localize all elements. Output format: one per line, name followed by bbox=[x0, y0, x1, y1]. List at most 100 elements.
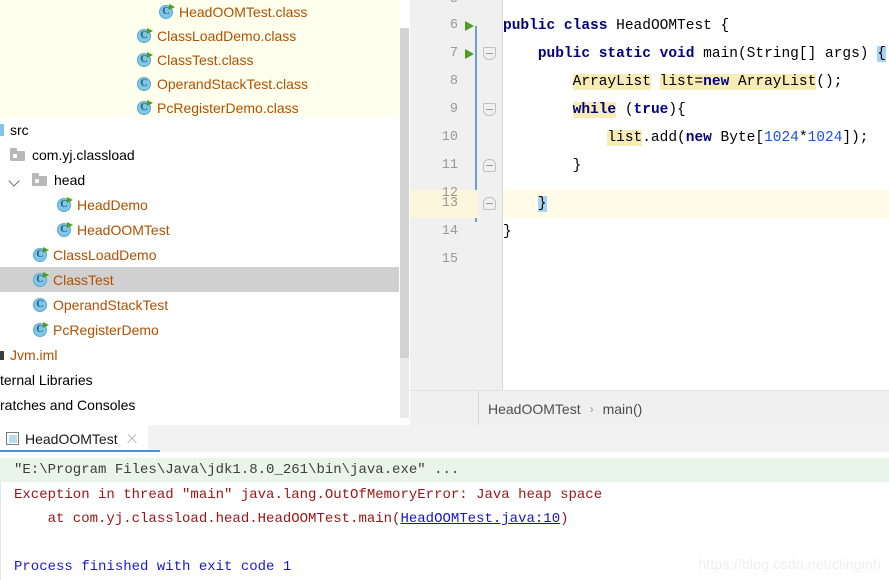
fold-marker-icon[interactable] bbox=[483, 159, 496, 172]
java-class-icon: C bbox=[32, 246, 49, 263]
popup-item[interactable]: C PcRegisterDemo.class bbox=[0, 96, 399, 117]
tree-item-package[interactable]: com.yj.classload bbox=[0, 142, 399, 167]
tree-item-operandstacktest[interactable]: C OperandStackTest bbox=[0, 292, 399, 317]
console-exit-line: Process finished with exit code 1 bbox=[14, 559, 292, 575]
tree-item-head-package[interactable]: head bbox=[0, 167, 399, 192]
fold-marker-icon[interactable] bbox=[483, 103, 496, 116]
folder-icon bbox=[10, 147, 26, 162]
keyword-new: new bbox=[685, 130, 712, 146]
code-line-15[interactable]: 15 bbox=[410, 246, 889, 274]
fold-marker-icon[interactable] bbox=[483, 197, 496, 210]
popup-item-label: OperandStackTest.class bbox=[157, 76, 308, 92]
run-tab-label: HeadOOMTest bbox=[25, 430, 118, 447]
tree-item-label: ClassLoadDemo bbox=[53, 246, 157, 263]
tree-item-label: HeadDemo bbox=[77, 196, 148, 213]
method-signature: main(String[] args) bbox=[694, 46, 878, 62]
code-text: public static void main(String[] args) { bbox=[503, 40, 889, 68]
run-gutter-icon[interactable] bbox=[465, 21, 474, 31]
keyword-public: public bbox=[537, 46, 591, 62]
tree-item-jvm-iml[interactable]: Jvm.iml bbox=[0, 342, 399, 367]
run-tab-bar: HeadOOMTest bbox=[0, 425, 889, 452]
line-number: 9 bbox=[449, 102, 458, 117]
tree-item-src[interactable]: src bbox=[0, 117, 399, 142]
line-number: 6 bbox=[449, 18, 458, 33]
popup-item-label: PcRegisterDemo.class bbox=[157, 100, 299, 116]
closing-brace: } bbox=[503, 224, 512, 240]
code-line-6[interactable]: 6 public class HeadOOMTest { bbox=[410, 12, 889, 40]
closing-brace: } bbox=[572, 158, 582, 174]
code-text: } bbox=[503, 190, 889, 218]
tree-item-pcregisterdemo[interactable]: C PcRegisterDemo bbox=[0, 317, 399, 342]
breadcrumb: HeadOOMTest › main() bbox=[488, 391, 642, 426]
tree-item-classloaddemo[interactable]: C ClassLoadDemo bbox=[0, 242, 399, 267]
console-exception-line: Exception in thread "main" java.lang.Out… bbox=[14, 487, 603, 503]
statement-tail: ]); bbox=[842, 130, 869, 146]
tree-item-label: head bbox=[54, 171, 86, 188]
popup-item[interactable]: C OperandStackTest.class bbox=[0, 72, 399, 96]
code-text: public class HeadOOMTest { bbox=[503, 12, 889, 40]
java-class-icon: C bbox=[136, 76, 152, 92]
breadcrumb-class[interactable]: HeadOOMTest bbox=[488, 401, 581, 417]
java-class-icon: C bbox=[136, 28, 153, 44]
method-call-add: .add( bbox=[642, 130, 686, 146]
popup-item[interactable]: C ClassLoadDemo.class bbox=[0, 24, 399, 48]
number-literal: 1024 bbox=[764, 130, 799, 146]
code-line-13[interactable]: 13 } bbox=[410, 190, 889, 218]
java-class-icon: C bbox=[136, 100, 153, 116]
console-command-line: "E:\Program Files\Java\jdk1.8.0_261\bin\… bbox=[0, 458, 889, 482]
keyword-class: class bbox=[563, 18, 608, 34]
java-class-icon: C bbox=[56, 221, 73, 238]
line-number: 10 bbox=[441, 130, 458, 145]
run-configuration-icon bbox=[6, 432, 19, 445]
stacktrace-link[interactable]: HeadOOMTest.java:10 bbox=[400, 511, 560, 527]
type-byte-array: Byte[ bbox=[711, 130, 765, 146]
tree-item-scratches-and-consoles[interactable]: ratches and Consoles bbox=[0, 392, 399, 417]
project-tree-scrollbar[interactable] bbox=[399, 0, 410, 425]
tree-item-label: com.yj.classload bbox=[32, 146, 135, 163]
code-text: ArrayList list=new ArrayList(); bbox=[503, 68, 889, 96]
folder-icon bbox=[32, 172, 48, 187]
class-files-popup: C HeadOOMTest.class C ClassLoadDemo.clas… bbox=[0, 0, 399, 117]
code-line-8[interactable]: 8 ArrayList list=new ArrayList(); bbox=[410, 68, 889, 96]
tree-item-label: PcRegisterDemo bbox=[53, 321, 159, 338]
code-text: } bbox=[503, 218, 889, 246]
breadcrumb-method[interactable]: main() bbox=[603, 401, 643, 417]
tree-item-label: ratches and Consoles bbox=[0, 396, 136, 413]
stacktrace-prefix: at com.yj.classload.head.HeadOOMTest.mai… bbox=[14, 511, 401, 527]
tree-item-headoomtest[interactable]: C HeadOOMTest bbox=[0, 217, 399, 242]
code-line-14[interactable]: 14 } bbox=[410, 218, 889, 246]
code-line-7[interactable]: 7 public static void main(String[] args)… bbox=[410, 40, 889, 68]
popup-item[interactable]: C HeadOOMTest.class bbox=[0, 0, 399, 24]
fold-marker-icon[interactable] bbox=[483, 47, 496, 60]
keyword-true: true bbox=[633, 102, 669, 118]
code-line-10[interactable]: 10 list.add(new Byte[1024*1024]); bbox=[410, 124, 889, 152]
code-line-9[interactable]: 9 while (true){ bbox=[410, 96, 889, 124]
line-number: 8 bbox=[449, 74, 458, 89]
code-line-11[interactable]: 11 } bbox=[410, 152, 889, 180]
chevron-down-icon[interactable] bbox=[8, 173, 22, 187]
popup-item[interactable]: C ClassTest.class bbox=[0, 48, 399, 72]
close-icon[interactable] bbox=[126, 433, 138, 445]
keyword-void: void bbox=[659, 46, 695, 62]
scrollbar-thumb[interactable] bbox=[400, 28, 409, 358]
popup-item-label: ClassLoadDemo.class bbox=[157, 28, 297, 44]
tree-item-label: HeadOOMTest bbox=[77, 221, 170, 238]
tree-item-classtest[interactable]: C ClassTest bbox=[0, 267, 399, 292]
java-class-icon: C bbox=[32, 297, 48, 313]
tree-item-headdemo[interactable]: C HeadDemo bbox=[0, 192, 399, 217]
run-tab-headoomtest[interactable]: HeadOOMTest bbox=[0, 425, 148, 452]
line-number: 14 bbox=[441, 224, 458, 239]
tree-item-label: src bbox=[10, 121, 29, 138]
java-class-icon: C bbox=[158, 4, 175, 20]
stacktrace-suffix: ) bbox=[560, 511, 569, 527]
tree-item-label: ClassTest bbox=[53, 271, 114, 288]
java-class-icon: C bbox=[32, 271, 49, 288]
watermark: https://blog.csdn.net/clinginh bbox=[698, 556, 881, 572]
code-editor[interactable]: 5 6 public class HeadOOMTest { 7 public … bbox=[410, 0, 889, 390]
popup-item-label: ClassTest.class bbox=[157, 52, 254, 68]
run-gutter-icon[interactable] bbox=[465, 49, 474, 59]
tree-item-external-libraries[interactable]: ternal Libraries bbox=[0, 367, 399, 392]
source-root-icon bbox=[0, 123, 5, 137]
matched-brace: { bbox=[877, 46, 886, 62]
ide-window: C HeadOOMTest.class C ClassLoadDemo.clas… bbox=[0, 0, 889, 580]
